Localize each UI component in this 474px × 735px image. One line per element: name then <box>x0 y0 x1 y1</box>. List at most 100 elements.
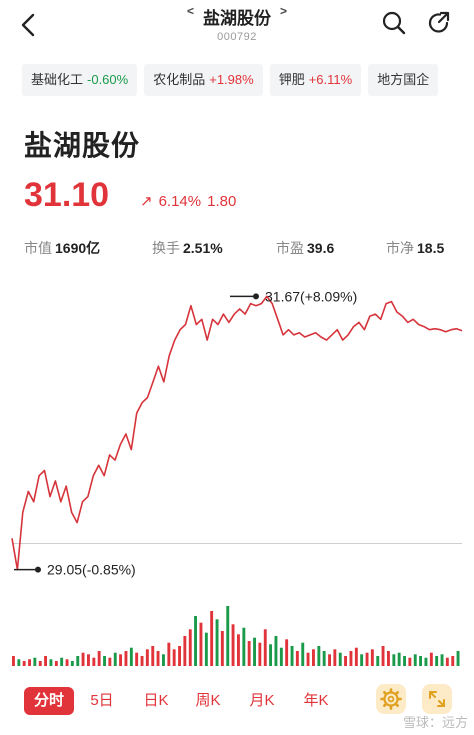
tab-daily-k[interactable]: 日K <box>136 687 176 715</box>
volume-bar <box>172 649 176 666</box>
current-price: 31.10 <box>24 176 110 214</box>
volume-bar <box>312 649 315 666</box>
volume-bar <box>38 661 42 666</box>
tab-5day[interactable]: 5日 <box>84 687 120 715</box>
tab-monthly-k[interactable]: 月K <box>242 687 282 715</box>
volume-bar <box>28 659 31 666</box>
volume-bar <box>124 651 128 666</box>
sector-chips: 基础化工 -0.60% 农化制品 +1.98% 钾肥 +6.11% 地方国企 <box>22 64 474 98</box>
sector-pct: +1.98% <box>209 72 254 87</box>
volume-bar <box>317 646 321 666</box>
stat-value: 39.6 <box>307 240 335 256</box>
volume-bar <box>151 646 155 666</box>
volume-bar <box>274 636 278 666</box>
sector-pct: +6.11% <box>308 72 353 87</box>
volume-bar <box>328 654 331 666</box>
volume-bar <box>365 652 369 666</box>
sector-name: 农化制品 <box>153 72 206 87</box>
volume-bar <box>60 657 64 666</box>
volume-bar <box>429 652 433 666</box>
volume-bar <box>253 637 256 666</box>
stat-value: 1690亿 <box>55 240 101 256</box>
volume-bar <box>204 632 208 666</box>
volume-bar <box>178 646 181 666</box>
volume-bar <box>290 646 294 666</box>
stat-value: 18.5 <box>417 240 445 256</box>
volume-bar <box>12 656 15 666</box>
volume-bar <box>456 651 460 666</box>
sector-name: 基础化工 <box>31 72 84 87</box>
volume-bar <box>419 656 422 666</box>
low-marker-dot <box>35 566 41 573</box>
volume-bar <box>403 656 406 666</box>
stock-name: 盐湖股份 <box>24 130 141 161</box>
volume-bar <box>33 657 37 666</box>
volume-bar <box>215 619 219 666</box>
volume-bar <box>92 657 96 666</box>
volume-bar <box>258 642 262 666</box>
volume-bar <box>108 657 112 666</box>
change-amount: 1.80 <box>207 193 237 210</box>
volume-bar <box>445 657 449 666</box>
volume-bar <box>70 661 74 666</box>
volume-bar <box>183 636 187 666</box>
low-marker-label: 29.05(-0.85%) <box>47 562 136 578</box>
expand-arrows-icon[interactable] <box>422 684 452 714</box>
volume-bar <box>301 642 305 666</box>
volume-bar <box>370 649 374 666</box>
volume-bar <box>360 654 364 666</box>
volume-bar <box>65 659 69 666</box>
tab-intraday[interactable]: 分时 <box>24 687 74 715</box>
volume-bar <box>199 622 203 666</box>
volume-bar <box>424 657 428 666</box>
volume-bar <box>129 647 133 666</box>
volume-bar <box>242 627 246 666</box>
volume-bar <box>344 656 347 666</box>
tab-yearly-k[interactable]: 年K <box>296 687 336 715</box>
volume-bar <box>87 654 90 666</box>
volume-bar <box>451 656 455 666</box>
stat-label: 换手 <box>152 240 180 256</box>
volume-bar <box>381 646 385 666</box>
sector-chip[interactable]: 农化制品 +1.98% <box>144 64 263 96</box>
price-change: ↗ 6.14% 1.80 <box>140 192 242 210</box>
volume-bar <box>220 631 224 666</box>
volume-bar <box>435 656 439 666</box>
top-navigation-bar: < 盐湖股份 > 000792 <box>0 0 474 52</box>
volume-bar <box>188 629 192 666</box>
prev-stock-icon[interactable]: < <box>187 4 194 18</box>
volume-bar <box>354 647 358 666</box>
stat-label: 市值 <box>24 240 52 256</box>
volume-bar <box>140 656 144 666</box>
volume-bar <box>247 641 251 666</box>
volume-bar <box>279 647 283 666</box>
stat-value: 2.51% <box>183 240 223 256</box>
volume-bar <box>76 656 80 666</box>
volume-bar <box>349 651 353 666</box>
share-icon[interactable] <box>426 10 452 36</box>
sector-chip[interactable]: 基础化工 -0.60% <box>22 64 138 96</box>
sector-pct: -0.60% <box>87 72 129 87</box>
volume-bar <box>338 652 342 666</box>
volume-bar <box>145 649 149 666</box>
volume-bar <box>54 661 58 666</box>
volume-bar <box>413 654 417 666</box>
volume-bar <box>97 651 101 666</box>
sector-chip[interactable]: 钾肥 +6.11% <box>269 64 362 96</box>
tab-weekly-k[interactable]: 周K <box>188 687 228 715</box>
stat-market-cap: 市值 1690亿 <box>24 238 100 258</box>
stats-row: 市值 1690亿 换手 2.51% 市盈 39.6 市净 18.5 <box>24 238 464 258</box>
price-line <box>11 295 463 571</box>
search-icon[interactable] <box>381 10 407 36</box>
next-stock-icon[interactable]: > <box>280 4 287 18</box>
settings-gear-icon[interactable] <box>376 684 406 714</box>
stock-title[interactable]: < 盐湖股份 > <box>187 4 287 29</box>
volume-bar <box>103 656 106 666</box>
volume-bar <box>322 651 326 666</box>
chart-canvas: 31.67(+8.09%) 29.05(-0.85%) <box>11 288 463 666</box>
volume-bar <box>49 659 53 666</box>
sector-chip[interactable]: 地方国企 <box>368 64 439 96</box>
intraday-chart[interactable]: 31.67(+8.09%) 29.05(-0.85%) <box>0 280 474 670</box>
up-arrow-icon: ↗ <box>140 193 153 210</box>
stat-label: 市盈 <box>276 240 304 256</box>
